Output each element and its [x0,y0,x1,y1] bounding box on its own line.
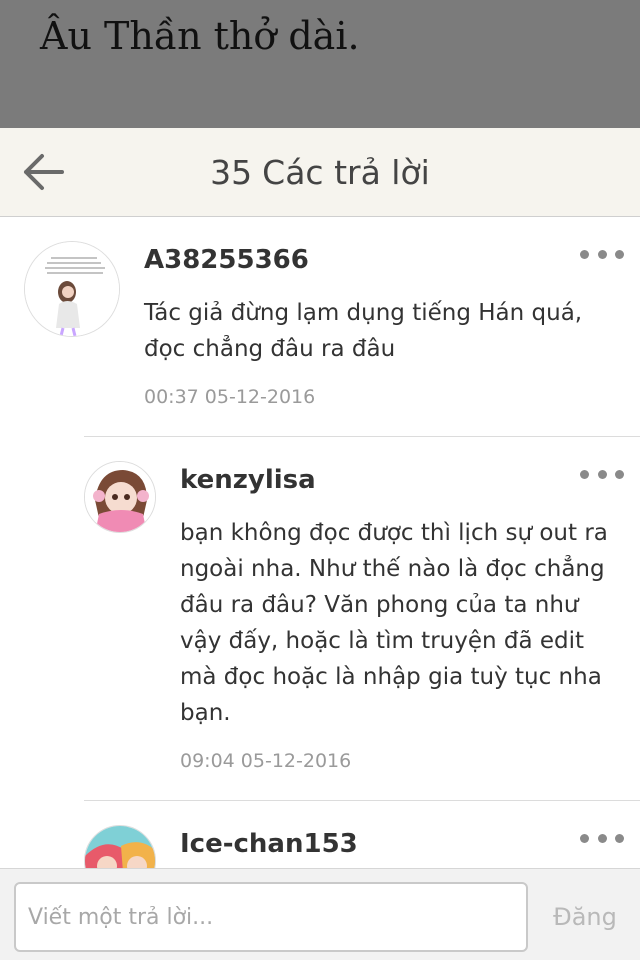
more-dots-icon [580,249,589,259]
more-options-button[interactable] [580,826,624,850]
comment-body: bạn không đọc được thì lịch sự out ra ng… [180,520,608,726]
more-dots-icon [580,833,589,843]
avatar[interactable] [84,825,156,868]
comment-username[interactable]: A38255366 [144,245,309,275]
comment-item: A38255366 Tác giả đừng lạm dụng tiếng Há… [0,217,640,437]
comment-username[interactable]: kenzylisa [180,465,316,495]
more-options-button[interactable] [580,242,624,266]
avatar[interactable] [24,241,120,337]
story-text: Âu Thần thở dài. [40,14,360,58]
avatar[interactable] [84,461,156,533]
comment-item: kenzylisa bạn không đọc được thì lịch sự… [0,437,640,800]
story-background: Âu Thần thở dài. [0,0,640,128]
comment-list[interactable]: A38255366 Tác giả đừng lạm dụng tiếng Há… [0,217,640,868]
reply-composer: Đăng [0,868,640,960]
comment-timestamp: 09:04 05-12-2016 [180,750,352,772]
more-dots-icon [580,469,589,479]
comment-item: Ice-chan153 [0,801,640,868]
comment-body: Tác giả đừng lạm dụng tiếng Hán quá, đọc… [144,300,583,362]
comment-timestamp: 00:37 05-12-2016 [144,386,316,408]
back-button[interactable] [16,146,72,198]
replies-header: 35 Các trả lời [0,128,640,217]
reply-input[interactable] [14,882,528,952]
comment-username[interactable]: Ice-chan153 [180,829,358,859]
post-button[interactable]: Đăng [540,882,630,952]
reply-count: 35 [210,153,253,192]
arrow-left-icon [24,154,64,190]
page-title: 35 Các trả lời [0,128,640,217]
reply-title: Các trả lời [262,153,430,192]
more-options-button[interactable] [580,462,624,486]
